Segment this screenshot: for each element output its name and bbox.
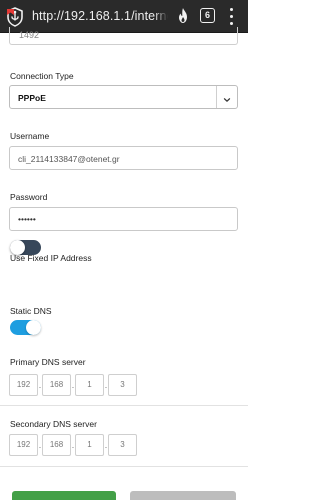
secondary-dns-octet-3[interactable]: 1	[75, 434, 104, 456]
url-fade	[154, 5, 168, 27]
url-text: http://192.168.1.1/internet.l	[32, 9, 168, 23]
primary-dns-input: 192 . 168 . 1 . 3	[9, 374, 139, 396]
section-divider	[0, 466, 248, 467]
tabs-icon[interactable]: 6	[200, 8, 215, 23]
connection-type-label: Connection Type	[10, 71, 74, 81]
primary-dns-octet-4[interactable]: 3	[108, 374, 137, 396]
toggle-knob	[26, 320, 41, 335]
secondary-dns-label: Secondary DNS server	[10, 419, 97, 429]
primary-dns-label: Primary DNS server	[10, 357, 86, 367]
secondary-dns-octet-1[interactable]: 192	[9, 434, 38, 456]
overflow-menu-icon[interactable]	[226, 7, 238, 27]
internet-settings-form: 1492 Connection Type PPPoE Username cli_…	[0, 27, 248, 500]
address-bar[interactable]: http://192.168.1.1/internet.l	[30, 5, 168, 27]
username-input[interactable]: cli_2114133847@otenet.gr	[9, 146, 238, 170]
secondary-dns-octet-2[interactable]: 168	[42, 434, 71, 456]
select-divider	[216, 86, 217, 108]
home-shield-icon[interactable]	[4, 6, 26, 28]
mtu-value: 1492	[19, 30, 40, 40]
password-input[interactable]: ••••••	[9, 207, 238, 231]
secondary-dns-input: 192 . 168 . 1 . 3	[9, 434, 139, 456]
username-value: cli_2114133847@otenet.gr	[18, 154, 120, 164]
password-value: ••••••	[18, 214, 36, 224]
connection-type-value: PPPoE	[18, 93, 46, 103]
mtu-field[interactable]: 1492	[9, 27, 238, 45]
fire-icon[interactable]	[173, 6, 193, 26]
cancel-button[interactable]	[130, 491, 236, 500]
username-label: Username	[10, 131, 50, 141]
chevron-down-icon	[222, 92, 232, 102]
fixed-ip-toggle[interactable]	[10, 240, 41, 255]
static-dns-label: Static DNS	[10, 306, 52, 316]
secondary-dns-octet-4[interactable]: 3	[108, 434, 137, 456]
tab-count: 6	[204, 10, 210, 20]
save-button[interactable]	[12, 491, 116, 500]
primary-dns-octet-3[interactable]: 1	[75, 374, 104, 396]
section-divider	[0, 405, 248, 406]
toggle-knob	[10, 240, 25, 255]
connection-type-select[interactable]: PPPoE	[9, 85, 238, 109]
primary-dns-octet-2[interactable]: 168	[42, 374, 71, 396]
password-label: Password	[10, 192, 48, 202]
static-dns-toggle[interactable]	[10, 320, 41, 335]
primary-dns-octet-1[interactable]: 192	[9, 374, 38, 396]
